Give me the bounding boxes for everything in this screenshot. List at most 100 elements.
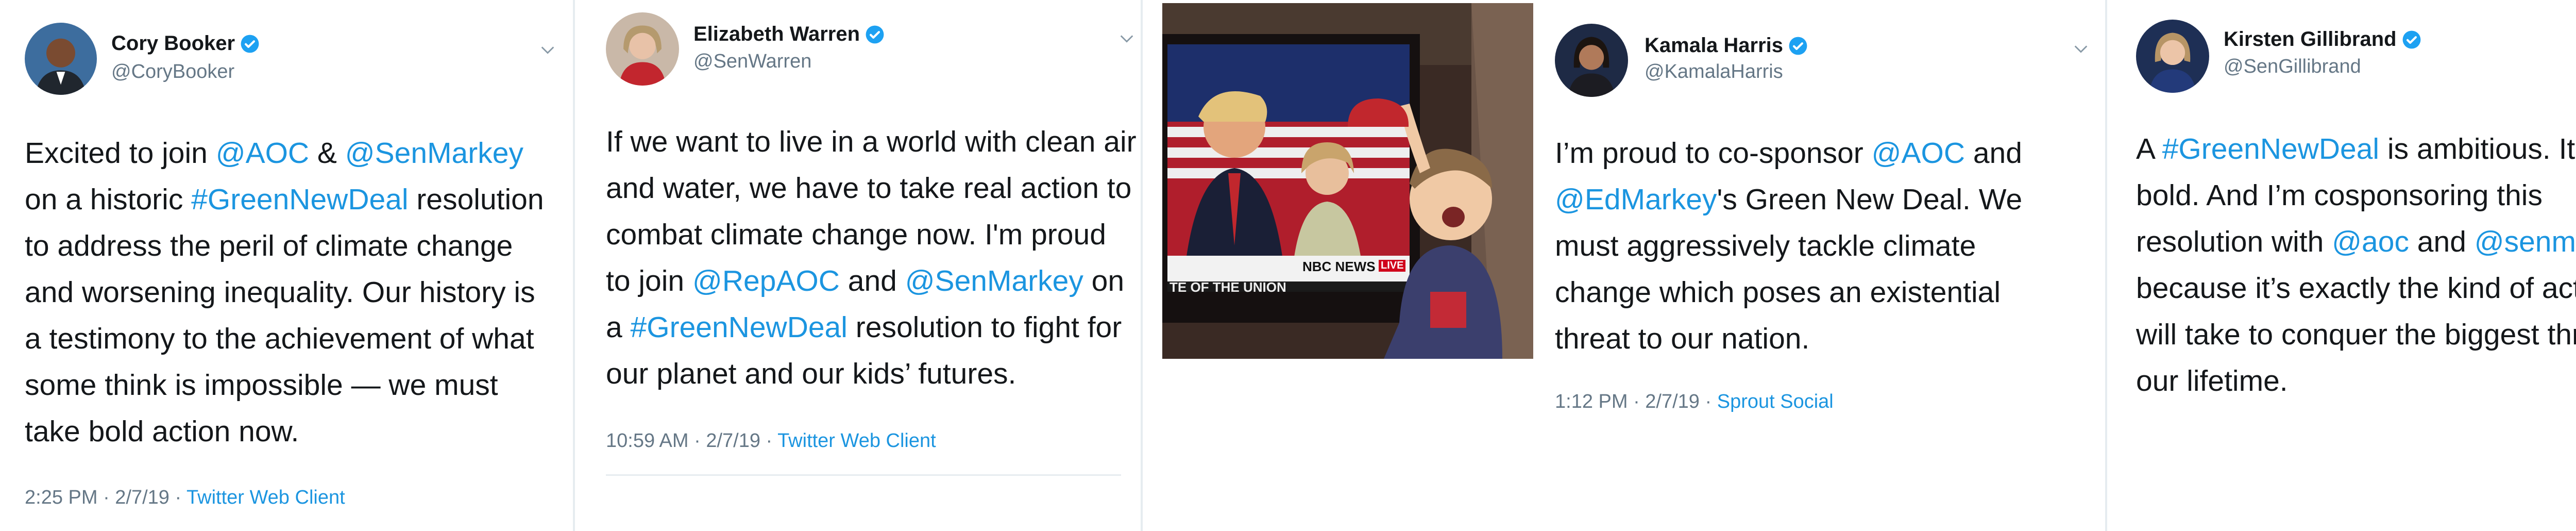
tweet-timestamp[interactable]: 10:59 AM · 2/7/19 · (606, 430, 777, 452)
hashtag-link[interactable]: #GreenNewDeal (2162, 132, 2379, 165)
text-segment: combat climate change now. I'm proud (606, 218, 1106, 251)
tweet-text-line: because it’s exactly the kind of action … (2136, 265, 2576, 311)
tweet-text-line: our planet and our kids’ futures. (606, 351, 1137, 397)
mention-link[interactable]: @EdMarkey (1555, 183, 1717, 216)
text-segment: must aggressively tackle climate (1555, 229, 1976, 262)
mention-link[interactable]: @senmarkey (2475, 225, 2576, 258)
text-segment: I’m proud to co-sponsor (1555, 137, 1872, 170)
text-segment: bold. And I’m cosponsoring this (2136, 179, 2543, 212)
text-segment: resolution to fight for (847, 311, 1122, 344)
text-segment: because it’s exactly the kind of action … (2136, 272, 2576, 305)
tweet-photo[interactable]: NBC NEWS LIVE TE OF THE UNION (1162, 3, 1533, 359)
tweet-source-link[interactable]: Twitter Web Client (187, 487, 345, 508)
avatar[interactable] (1555, 24, 1628, 97)
text-segment: to join (606, 264, 692, 297)
display-name[interactable]: Cory Booker (111, 32, 260, 55)
mention-link[interactable]: @AOC (1872, 137, 1965, 170)
hashtag-link[interactable]: #GreenNewDeal (191, 183, 408, 216)
tweet-text-line: must aggressively tackle climate (1555, 223, 2022, 269)
text-segment: some think is impossible — we must (25, 369, 498, 402)
text-segment: and (839, 264, 905, 297)
tweet-text-line: and worsening inequality. Our history is (25, 269, 544, 316)
tweet-text-line: our lifetime. (2136, 358, 2576, 404)
divider (606, 474, 1121, 476)
mention-link[interactable]: @aoc (2332, 225, 2409, 258)
text-segment: and (1965, 137, 2022, 170)
text-segment: change which poses an existential (1555, 276, 2001, 309)
chevron-down-icon[interactable] (1118, 30, 1136, 47)
tweet-text-line: a testimony to the achievement of what (25, 316, 544, 362)
tweet-timestamp[interactable]: 2:25 PM · 2/7/19 · (25, 487, 187, 508)
mention-link[interactable]: @AOC (216, 137, 309, 170)
tweet-text-line: @EdMarkey's Green New Deal. We (1555, 176, 2022, 223)
display-name[interactable]: Elizabeth Warren (693, 23, 885, 46)
user-handle[interactable]: @SenWarren (693, 51, 811, 73)
tweet-card-1: Cory Booker @CoryBooker Excited to join … (0, 0, 574, 531)
name-text: Cory Booker (111, 32, 235, 55)
avatar[interactable] (606, 12, 679, 86)
mention-link[interactable]: @RepAOC (692, 264, 840, 297)
tweet-text-line: Excited to join @AOC & @SenMarkey (25, 130, 544, 176)
text-segment: and worsening inequality. Our history is (25, 276, 535, 309)
text-segment: 's Green New Deal. We (1717, 183, 2023, 216)
avatar[interactable] (25, 23, 97, 95)
text-segment: a testimony to the achievement of what (25, 322, 534, 355)
mention-link[interactable]: @SenMarkey (345, 137, 523, 170)
user-handle[interactable]: @SenGillibrand (2224, 56, 2361, 78)
text-segment: on a historic (25, 183, 192, 216)
verified-badge-icon (2402, 30, 2421, 49)
tweet-text-line: bold. And I’m cosponsoring this (2136, 172, 2576, 219)
tweet-text-line: will take to conquer the biggest threat … (2136, 311, 2576, 358)
verified-badge-icon (240, 34, 260, 54)
chevron-down-icon[interactable] (2072, 40, 2090, 58)
display-name[interactable]: Kirsten Gillibrand (2224, 28, 2421, 51)
text-segment: and (2409, 225, 2475, 258)
tweet-source-link[interactable]: Twitter Web Client (777, 430, 936, 452)
user-handle[interactable]: @KamalaHarris (1645, 61, 1783, 83)
verified-badge-icon (865, 25, 885, 44)
tweet-text-line: to address the peril of climate change (25, 223, 544, 269)
tweet-card-3: Kamala Harris @KamalaHarris I’m proud to… (1533, 0, 2106, 531)
text-segment: to address the peril of climate change (25, 229, 513, 262)
tweet-source-link[interactable]: Sprout Social (1717, 391, 1834, 412)
text-segment: a (606, 311, 631, 344)
name-text: Elizabeth Warren (693, 23, 860, 45)
text-segment: on (1083, 264, 1125, 297)
mention-link[interactable]: @SenMarkey (905, 264, 1083, 297)
text-segment: resolution (408, 183, 544, 216)
tweet-card-4: Kirsten Gillibrand @SenGillibrand A #Gre… (2107, 0, 2576, 531)
tweet-text: Excited to join @AOC & @SenMarkey on a hi… (25, 130, 544, 455)
tweet-text: A #GreenNewDeal is ambitious. It's bold. … (2136, 126, 2576, 404)
tweet-meta: 10:59 AM · 2/7/19 · Twitter Web Client (606, 430, 936, 452)
tweet-text-line: combat climate change now. I'm proud (606, 211, 1137, 258)
tweet-text-line: take bold action now. (25, 408, 544, 455)
user-handle[interactable]: @CoryBooker (111, 61, 234, 83)
tweet-meta: 2:25 PM · 2/7/19 · Twitter Web Client (25, 487, 345, 509)
text-segment: Excited to join (25, 137, 216, 170)
tweet-text-line: I’m proud to co-sponsor @AOC and (1555, 130, 2022, 176)
tweet-text-line: and water, we have to take real action t… (606, 165, 1137, 211)
tv-ticker-text: TE OF THE UNION (1170, 279, 1286, 295)
chevron-down-icon[interactable] (539, 41, 556, 59)
tweet-timestamp[interactable]: 1:12 PM · 2/7/19 · (1555, 391, 1717, 412)
text-segment: will take to conquer the biggest threat … (2136, 318, 2576, 351)
tweet-card-2: Elizabeth Warren @SenWarren If we want t… (575, 0, 1142, 531)
avatar[interactable] (2136, 20, 2209, 93)
tweet-text-line: on a historic #GreenNewDeal resolution (25, 176, 544, 223)
display-name[interactable]: Kamala Harris (1645, 34, 1808, 57)
tweet-text-line: A #GreenNewDeal is ambitious. It's (2136, 126, 2576, 172)
tv-network-logo: NBC NEWS (1302, 259, 1376, 274)
tweet-text: If we want to live in a world with clean… (606, 119, 1137, 397)
text-segment: take bold action now. (25, 415, 299, 448)
text-segment: resolution with (2136, 225, 2332, 258)
text-segment: our planet and our kids’ futures. (606, 357, 1016, 390)
name-text: Kirsten Gillibrand (2224, 28, 2397, 51)
text-segment: is ambitious. It's (2379, 132, 2576, 165)
hashtag-link[interactable]: #GreenNewDeal (631, 311, 848, 344)
tweet-text-line: to join @RepAOC and @SenMarkey on (606, 258, 1137, 304)
tweet-text: I’m proud to co-sponsor @AOC and @EdMarke… (1555, 130, 2022, 362)
tweet-text-line: threat to our nation. (1555, 316, 2022, 362)
text-segment: threat to our nation. (1555, 322, 1810, 355)
divider (1141, 0, 1143, 531)
text-segment: and water, we have to take real action t… (606, 172, 1132, 205)
